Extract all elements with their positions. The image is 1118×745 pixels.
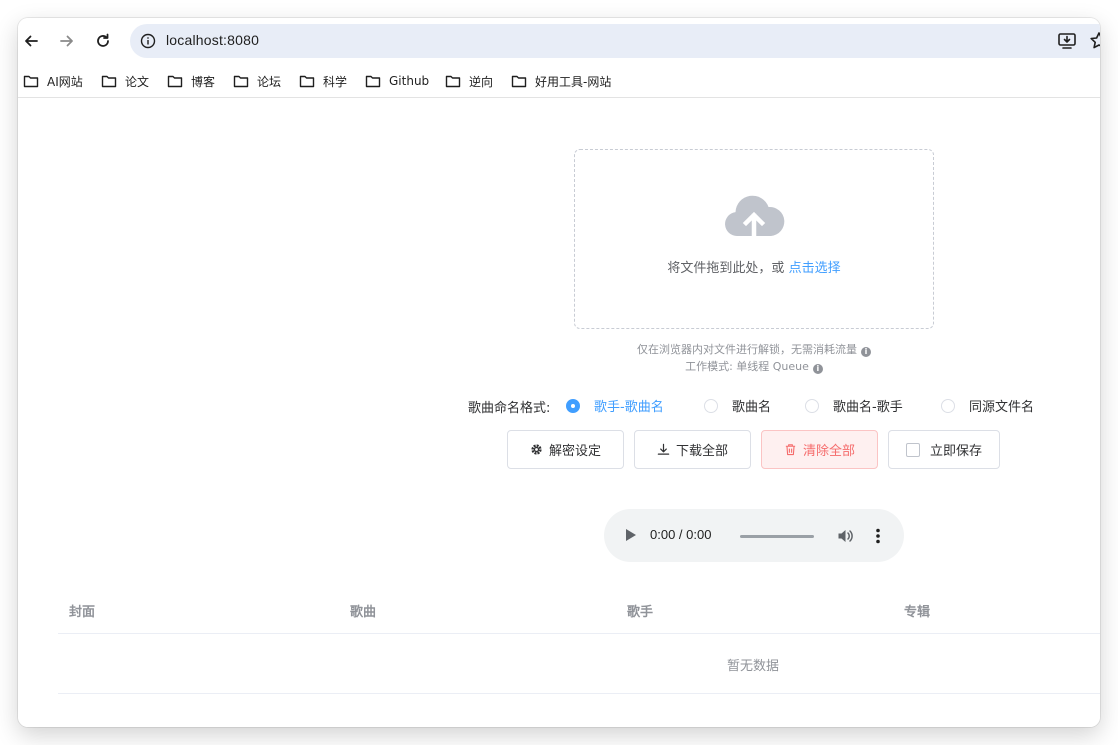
browser-toolbar: localhost:8080 — [18, 18, 1100, 64]
radio-label: 同源文件名 — [969, 400, 1035, 415]
folder-icon — [365, 75, 381, 88]
radio-label: 歌曲名 — [732, 400, 772, 415]
folder-icon — [511, 75, 527, 88]
info-icon[interactable]: i — [812, 364, 823, 374]
bookmark-star-icon[interactable] — [1088, 30, 1100, 52]
column-header-artist: 歌手 — [627, 605, 654, 620]
column-header-album: 专辑 — [904, 605, 931, 620]
radio-dot[interactable] — [941, 398, 955, 413]
upload-tip: 仅在浏览器内对文件进行解锁，无需消耗流量 i — [574, 341, 934, 357]
url-text[interactable]: localhost:8080 — [166, 32, 259, 48]
radio-dot[interactable] — [566, 398, 580, 413]
upload-prompt: 将文件拖到此处，或 点击选择 — [575, 257, 933, 276]
save-now-button[interactable]: 立即保存 — [888, 430, 1000, 469]
radio-title-artist[interactable]: 歌曲名-歌手 — [805, 396, 903, 415]
table-header: 封面 歌曲 歌手 专辑 — [58, 586, 1100, 634]
bookmark-label: 论坛 — [257, 74, 282, 89]
folder-icon — [167, 75, 183, 88]
address-bar[interactable]: localhost:8080 — [130, 24, 1100, 58]
radio-artist-title[interactable]: 歌手-歌曲名 — [566, 396, 664, 415]
folder-icon — [101, 75, 117, 88]
audio-player: 0:00 / 0:00 — [604, 509, 904, 562]
bookmark-folder[interactable]: 逆向 — [445, 70, 493, 92]
column-header-cover: 封面 — [69, 605, 96, 620]
bookmark-folder[interactable]: 论坛 — [233, 70, 281, 92]
clear-all-button[interactable]: 清除全部 — [761, 430, 878, 469]
bookmark-label: 论文 — [125, 74, 150, 89]
cloud-upload-icon — [725, 195, 785, 237]
info-icon[interactable]: i — [861, 347, 871, 357]
upload-prompt-text: 将文件拖到此处，或 — [667, 261, 785, 276]
bookmark-folder[interactable]: 好用工具-网站 — [511, 70, 611, 92]
naming-format-label: 歌曲命名格式: — [468, 401, 551, 416]
empty-text: 暂无数据 — [726, 659, 779, 674]
page-content: 将文件拖到此处，或 点击选择 仅在浏览器内对文件进行解锁，无需消耗流量 i 工作模… — [18, 99, 1100, 727]
gear-icon — [531, 444, 542, 455]
browser-window: localhost:8080 AI网站 论文 博客 论坛 科学 Github 逆… — [18, 18, 1100, 727]
audio-time: 0:00 / 0:00 — [650, 527, 712, 542]
bookmark-folder[interactable]: 博客 — [167, 70, 215, 92]
bookmark-folder[interactable]: AI网站 — [23, 70, 83, 92]
work-mode-tip: 工作模式: 单线程 Queue i — [574, 358, 934, 374]
download-icon — [657, 443, 670, 455]
folder-icon — [23, 75, 39, 88]
play-icon[interactable] — [626, 529, 636, 541]
trash-icon — [785, 444, 796, 456]
radio-label: 歌曲名-歌手 — [833, 400, 903, 415]
save-now-checkbox[interactable] — [905, 442, 920, 457]
forward-icon[interactable] — [55, 29, 79, 53]
folder-icon — [445, 75, 461, 88]
column-header-song: 歌曲 — [350, 605, 377, 620]
upload-dropzone[interactable]: 将文件拖到此处，或 点击选择 — [574, 149, 934, 329]
volume-icon[interactable] — [836, 527, 854, 545]
work-mode-text: 工作模式: 单线程 Queue — [685, 360, 809, 373]
radio-dot[interactable] — [805, 398, 819, 413]
table-body: 暂无数据 — [58, 634, 1100, 694]
bookmark-label: Github — [389, 74, 430, 88]
select-file-link[interactable]: 点击选择 — [789, 261, 841, 276]
site-info-icon[interactable] — [138, 31, 158, 51]
reload-icon[interactable] — [91, 29, 115, 53]
more-options-icon[interactable] — [870, 527, 886, 545]
download-all-button[interactable]: 下载全部 — [634, 430, 751, 469]
upload-tip-text: 仅在浏览器内对文件进行解锁，无需消耗流量 — [637, 343, 857, 356]
folder-icon — [299, 75, 315, 88]
radio-label: 歌手-歌曲名 — [594, 400, 664, 415]
radio-source-filename[interactable]: 同源文件名 — [941, 396, 1034, 415]
radio-title[interactable]: 歌曲名 — [704, 396, 771, 415]
radio-dot[interactable] — [704, 398, 718, 413]
bookmark-folder[interactable]: 科学 — [299, 70, 347, 92]
folder-icon — [233, 75, 249, 88]
back-icon[interactable] — [19, 29, 43, 53]
audio-progress-slider[interactable] — [740, 535, 814, 538]
decrypt-settings-button[interactable]: 解密设定 — [507, 430, 624, 469]
bookmark-label: 逆向 — [469, 74, 494, 89]
bookmark-label: 好用工具-网站 — [535, 74, 612, 89]
bookmark-folder[interactable]: Github — [365, 70, 429, 92]
song-table: 封面 歌曲 歌手 专辑 暂无数据 — [58, 586, 1100, 694]
bookmark-label: 科学 — [323, 74, 348, 89]
bookmark-label: AI网站 — [47, 74, 83, 89]
install-app-icon[interactable] — [1056, 30, 1078, 52]
bookmark-folder[interactable]: 论文 — [101, 70, 149, 92]
bookmark-label: 博客 — [191, 74, 216, 89]
bookmarks-bar: AI网站 论文 博客 论坛 科学 Github 逆向 好用工具-网站 — [18, 64, 1100, 98]
